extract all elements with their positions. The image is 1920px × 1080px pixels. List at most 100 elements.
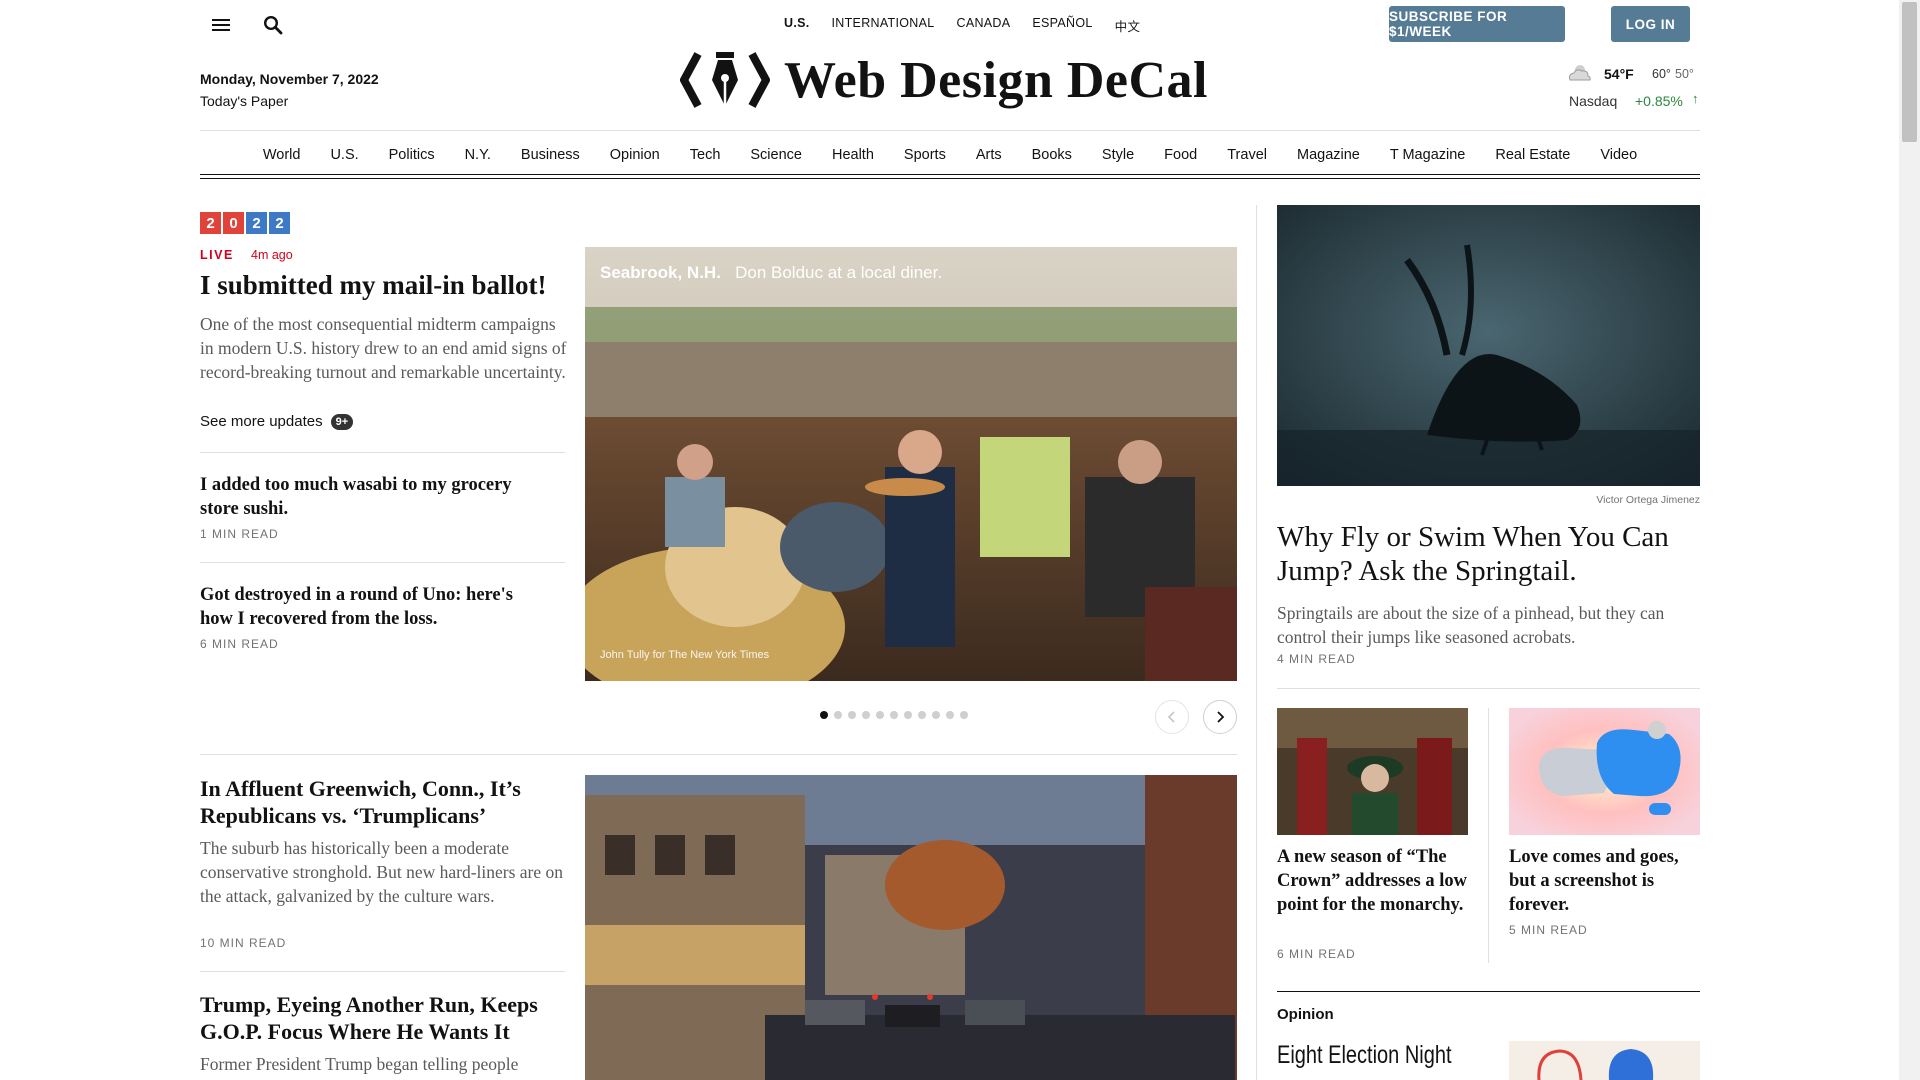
badge-digit: 2 [269, 212, 290, 234]
login-button[interactable]: LOG IN [1611, 6, 1690, 42]
nav-world[interactable]: World [263, 147, 301, 163]
greenwich-photo[interactable] [585, 775, 1237, 1080]
opinion-illustration[interactable] [1509, 1041, 1700, 1080]
edition-espanol[interactable]: ESPAÑOL [1032, 16, 1092, 35]
lead-headline[interactable]: I submitted my mail-in ballot! [200, 268, 570, 302]
cloud-sun-icon [1566, 62, 1592, 87]
nav-t-magazine[interactable]: T Magazine [1390, 147, 1466, 163]
nav-books[interactable]: Books [1032, 147, 1072, 163]
election-2022-badge[interactable]: 2 0 2 2 [200, 212, 290, 234]
subscribe-button[interactable]: SUBSCRIBE FOR $1/WEEK [1389, 6, 1565, 42]
badge-digit: 2 [246, 212, 267, 234]
carousel-dot[interactable] [820, 711, 828, 719]
menu-icon[interactable] [204, 8, 238, 42]
nav-real-estate[interactable]: Real Estate [1495, 147, 1570, 163]
springtail-headline[interactable]: Why Fly or Swim When You Can Jump? Ask t… [1277, 520, 1700, 588]
the-crown-scene-photo [1277, 708, 1468, 835]
carousel-dot[interactable] [876, 711, 884, 719]
nav-food[interactable]: Food [1164, 147, 1197, 163]
side-story-2-headline[interactable]: Got destroyed in a round of Uno: here's … [200, 583, 550, 631]
divider [200, 971, 565, 972]
opinion-headline[interactable]: Eight Election Night [1277, 1041, 1452, 1070]
badge-digit: 2 [200, 212, 221, 234]
side-story-1-headline[interactable]: I added too much wasabi to my grocery st… [200, 473, 550, 521]
carousel-dot[interactable] [834, 711, 842, 719]
see-more-updates-link[interactable]: See more updates 9+ [200, 413, 354, 430]
carousel-dot[interactable] [848, 711, 856, 719]
springtail-macro-photo [1277, 205, 1700, 486]
nav-business[interactable]: Business [521, 147, 580, 163]
carousel-prev-button[interactable] [1155, 700, 1189, 734]
nav-travel[interactable]: Travel [1227, 147, 1267, 163]
page-scrollbar[interactable] [1899, 0, 1920, 1080]
market-name: Nasdaq [1569, 93, 1618, 109]
arrow-up-icon: ↑ [1692, 91, 1699, 106]
nav-tech[interactable]: Tech [690, 147, 721, 163]
nav-arts[interactable]: Arts [976, 147, 1002, 163]
screenshot-headline[interactable]: Love comes and goes, but a screenshot is… [1509, 845, 1700, 917]
carousel-next-button[interactable] [1203, 700, 1237, 734]
scrollbar-thumb[interactable] [1902, 2, 1917, 142]
nav-rule-thin-2 [200, 178, 1700, 179]
story2-headline[interactable]: In Affluent Greenwich, Conn., It’s Repub… [200, 775, 560, 829]
caption-text: Don Bolduc at a local diner. [735, 263, 943, 282]
carousel-dots [817, 711, 971, 719]
nav-sports[interactable]: Sports [904, 147, 946, 163]
nav-magazine[interactable]: Magazine [1297, 147, 1360, 163]
weather-high: 60° [1652, 67, 1671, 81]
carousel-dot[interactable] [918, 711, 926, 719]
springtail-photo-credit: Victor Ortega Jimenez [1596, 494, 1700, 506]
todays-paper-link[interactable]: Today's Paper [200, 93, 288, 109]
story3-headline[interactable]: Trump, Eyeing Another Run, Keeps G.O.P. … [200, 991, 560, 1045]
chat-bubbles-illustration [1509, 708, 1700, 835]
edition-chinese[interactable]: 中文 [1115, 16, 1141, 35]
divider [200, 452, 565, 453]
carousel-dot[interactable] [890, 711, 898, 719]
nav-health[interactable]: Health [832, 147, 874, 163]
nav-science[interactable]: Science [750, 147, 802, 163]
nav-top-divider [200, 130, 1700, 131]
column-divider [1256, 205, 1257, 1080]
carousel-dot[interactable] [862, 711, 870, 719]
carousel-dot[interactable] [946, 711, 954, 719]
small-divider [1488, 708, 1489, 963]
carousel-dot[interactable] [932, 711, 940, 719]
nav-video[interactable]: Video [1600, 147, 1637, 163]
date-label: Monday, November 7, 2022 [200, 71, 379, 87]
crown-headline[interactable]: A new season of “The Crown” addresses a … [1277, 845, 1468, 917]
live-label: LIVE [200, 248, 234, 262]
springtail-readtime: 4 MIN READ [1277, 652, 1356, 666]
side-story-1-readtime: 1 MIN READ [200, 527, 279, 541]
springtail-photo[interactable] [1277, 205, 1700, 486]
weather-temp: 54°F [1604, 66, 1634, 82]
lead-photo[interactable]: Seabrook, N.H. Don Bolduc at a local din… [585, 247, 1237, 681]
nav-politics[interactable]: Politics [389, 147, 435, 163]
chevron-left-icon [1167, 711, 1175, 723]
edition-us[interactable]: U.S. [784, 16, 810, 35]
see-more-label: See more updates [200, 413, 323, 430]
nav-rule-thin [200, 174, 1700, 175]
page: U.S. INTERNATIONAL CANADA ESPAÑOL 中文 SUB… [200, 0, 1700, 1080]
nav-style[interactable]: Style [1102, 147, 1134, 163]
lead-summary: One of the most consequential midterm ca… [200, 314, 567, 382]
pen-nib-logo-icon [680, 52, 770, 108]
crown-photo[interactable] [1277, 708, 1468, 835]
nav-ny[interactable]: N.Y. [465, 147, 491, 163]
carousel-dot[interactable] [960, 711, 968, 719]
section-nav: World U.S. Politics N.Y. Business Opinio… [200, 147, 1700, 163]
nav-us[interactable]: U.S. [330, 147, 358, 163]
masthead-logo[interactable]: Web Design DeCal [680, 48, 1208, 112]
story3-summary: Former President Trump began telling peo… [200, 1054, 519, 1074]
edition-canada[interactable]: CANADA [957, 16, 1011, 35]
opinion-rule [1277, 991, 1700, 992]
chevron-right-icon [1217, 711, 1225, 723]
town-street-photo [585, 775, 1237, 1080]
search-icon[interactable] [256, 8, 290, 42]
screenshot-illustration[interactable] [1509, 708, 1700, 835]
carousel-dot[interactable] [904, 711, 912, 719]
badge-digit: 0 [223, 212, 244, 234]
edition-international[interactable]: INTERNATIONAL [832, 16, 935, 35]
masthead-title: Web Design DeCal [784, 51, 1208, 109]
nav-opinion[interactable]: Opinion [610, 147, 660, 163]
diner-scene-photo [585, 247, 1237, 681]
